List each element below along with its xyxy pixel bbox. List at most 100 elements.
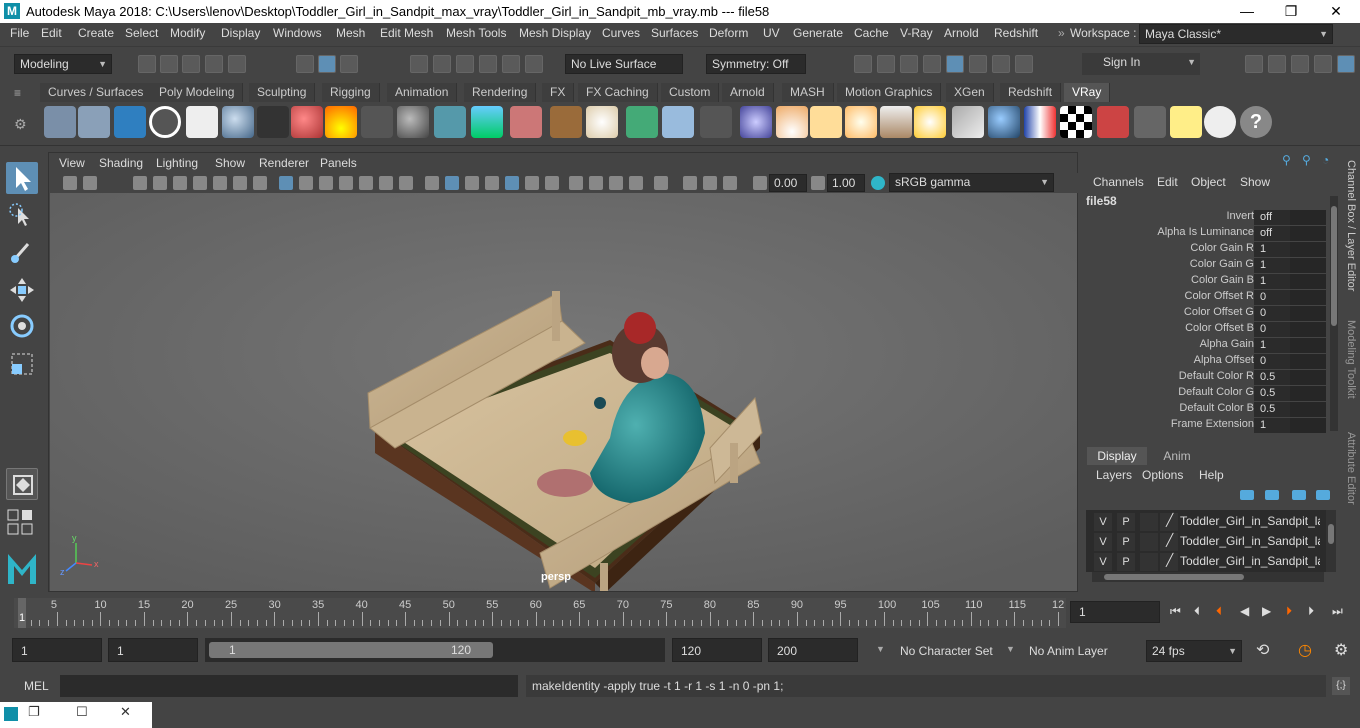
select-by-hierarchy-icon[interactable] (296, 55, 314, 73)
textured-icon[interactable] (505, 176, 519, 190)
attribute-label[interactable]: Color Gain B (1191, 274, 1254, 286)
character-set-arrow-icon[interactable]: ▼ (876, 644, 885, 654)
tab-fx-caching[interactable]: FX Caching (578, 83, 658, 102)
select-by-component-icon[interactable] (340, 55, 358, 73)
minimized-window[interactable]: ❐ ☐ ✕ (0, 702, 152, 728)
layer-row[interactable]: VP ╱ Toddler_Girl_in_Sandpit_layer (1090, 533, 1320, 551)
vray-frame-buffer-icon[interactable] (78, 106, 110, 138)
vray-fire-icon[interactable] (325, 106, 357, 138)
layer-playback-toggle[interactable]: P (1117, 533, 1135, 551)
vray-render-elements-icon[interactable] (1097, 106, 1129, 138)
auto-key-icon[interactable]: ◷ (1298, 640, 1312, 660)
move-tool-icon[interactable] (6, 274, 38, 306)
backface-icon[interactable] (723, 176, 737, 190)
paint-select-icon[interactable] (6, 236, 38, 268)
menu-mesh-tools[interactable]: Mesh Tools (446, 26, 506, 40)
layer-display-type-toggle[interactable] (1140, 533, 1158, 551)
go-to-end-icon[interactable]: ⏭ (1332, 604, 1350, 620)
menu-overflow-icon[interactable]: » (1058, 26, 1065, 40)
tab-custom[interactable]: Custom (661, 83, 720, 102)
vray-table-icon[interactable] (1134, 106, 1166, 138)
tool-settings-icon[interactable] (1314, 55, 1332, 73)
channel-scrollbar[interactable] (1330, 196, 1338, 431)
vray-sun-icon[interactable] (914, 106, 946, 138)
grid-icon[interactable] (279, 176, 293, 190)
cb-menu-channels[interactable]: Channels (1093, 175, 1144, 189)
vray-ball-icon[interactable] (397, 106, 429, 138)
vray-render-icon[interactable] (946, 55, 964, 73)
camera-attributes-icon[interactable] (63, 176, 77, 190)
layer-edit-icon[interactable]: ╱ (1166, 513, 1173, 527)
xray-joints-icon[interactable] (683, 176, 697, 190)
pause-icon[interactable] (1015, 55, 1033, 73)
mel-label[interactable]: MEL (24, 679, 49, 693)
step-forward-key-icon[interactable]: ⏵ (1286, 604, 1304, 620)
vray-spot-light-icon[interactable] (810, 106, 842, 138)
rotate-tool-icon[interactable] (6, 310, 38, 342)
xray-active-icon[interactable] (703, 176, 717, 190)
layer-display-type-toggle[interactable] (1140, 553, 1158, 571)
open-scene-icon[interactable] (160, 55, 178, 73)
character-set-label[interactable]: No Character Set (900, 644, 993, 658)
vray-camera-icon[interactable] (257, 106, 289, 138)
safe-title-icon[interactable] (399, 176, 413, 190)
menu-arnold[interactable]: Arnold (944, 26, 979, 40)
snap-curve-icon[interactable] (433, 55, 451, 73)
snap-point-icon[interactable] (456, 55, 474, 73)
snap-surface-icon[interactable] (502, 55, 520, 73)
layer-scrollbar[interactable] (1326, 510, 1336, 572)
select-by-object-icon[interactable] (318, 55, 336, 73)
lasso-tool-icon[interactable] (6, 200, 38, 232)
new-layer-selected-icon[interactable] (1316, 490, 1330, 500)
depth-of-field-icon[interactable] (629, 176, 643, 190)
attribute-label[interactable]: Invert (1226, 210, 1254, 222)
vp-menu-show[interactable]: Show (215, 156, 245, 170)
current-frame-field[interactable]: 1 (1070, 601, 1160, 623)
restore-icon[interactable]: ❐ (28, 704, 40, 720)
layer-name[interactable]: Toddler_Girl_in_Sandpit_layer (1180, 554, 1320, 568)
gamma-icon[interactable] (811, 176, 825, 190)
menu-curves[interactable]: Curves (602, 26, 640, 40)
image-plane-icon[interactable] (133, 176, 147, 190)
step-forward-frame-icon[interactable]: ⏵ (1308, 604, 1326, 620)
vray-checker-icon[interactable] (1060, 106, 1092, 138)
channel-box-icon-b[interactable]: ⚲ (1302, 153, 1316, 167)
attribute-editor-icon[interactable] (1291, 55, 1309, 73)
attribute-label[interactable]: Color Offset B (1185, 322, 1254, 334)
vp-menu-view[interactable]: View (59, 156, 85, 170)
step-back-frame-icon[interactable]: ⏴ (1194, 604, 1212, 620)
close-small-icon[interactable]: ✕ (120, 704, 131, 720)
render-frame-icon[interactable] (877, 55, 895, 73)
vp-menu-renderer[interactable]: Renderer (259, 156, 309, 170)
attribute-label[interactable]: Color Offset G (1184, 306, 1254, 318)
vray-area-light-icon[interactable] (776, 106, 808, 138)
vray-sphere-light-icon[interactable] (845, 106, 877, 138)
cb-menu-edit[interactable]: Edit (1157, 175, 1178, 189)
render-view-icon[interactable] (854, 55, 872, 73)
animation-start-field[interactable]: 1 (12, 638, 102, 662)
layer-hscrollbar[interactable] (1092, 572, 1324, 582)
tab-sculpting[interactable]: Sculpting (249, 83, 316, 102)
tab-rendering[interactable]: Rendering (464, 83, 537, 102)
side-tab-modeling-toolkit[interactable]: Modeling Toolkit (1345, 320, 1357, 399)
layer-visibility-toggle[interactable]: V (1094, 513, 1112, 531)
layer-row[interactable]: VP ╱ Toddler_Girl_in_Sandpit_layer (1090, 553, 1320, 571)
undo-icon[interactable] (205, 55, 223, 73)
tab-fx[interactable]: FX (542, 83, 575, 102)
attribute-label[interactable]: Default Color B (1179, 402, 1254, 414)
menu-uv[interactable]: UV (763, 26, 780, 40)
motion-blur-icon[interactable] (589, 176, 603, 190)
side-tab-channel-box[interactable]: Channel Box / Layer Editor (1345, 160, 1357, 291)
modeling-toolkit-icon[interactable] (1245, 55, 1263, 73)
channel-box-icon[interactable] (1337, 55, 1355, 73)
maximize-button[interactable]: ❐ (1268, 0, 1314, 23)
menu-display[interactable]: Display (221, 26, 260, 40)
menu-edit[interactable]: Edit (41, 26, 62, 40)
channel-box-icon-a[interactable]: ⚲ (1282, 153, 1296, 167)
hypershade-icon[interactable] (969, 55, 987, 73)
wireframe-icon[interactable] (425, 176, 439, 190)
layer-display-type-toggle[interactable] (1140, 513, 1158, 531)
minimize-button[interactable]: — (1224, 0, 1270, 23)
attribute-label[interactable]: Color Offset R (1185, 290, 1255, 302)
vray-log-icon[interactable] (186, 106, 218, 138)
